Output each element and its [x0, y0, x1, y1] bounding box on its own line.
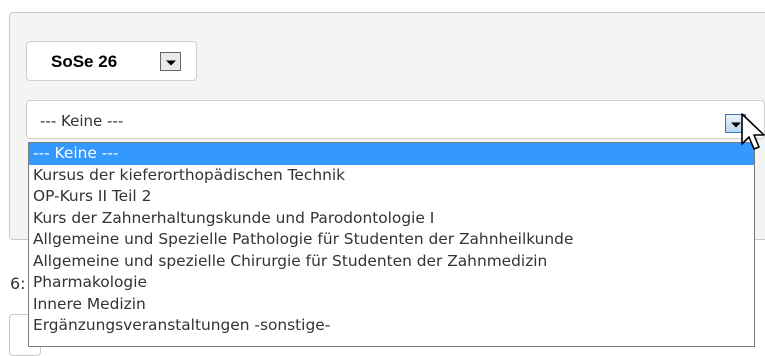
dropdown-option[interactable]: --- Keine ---	[29, 143, 754, 165]
background-row-number: 6:	[10, 274, 26, 293]
dropdown-option[interactable]: Pharmakologie	[29, 272, 754, 294]
semester-select[interactable]: SoSe 26	[26, 41, 197, 81]
course-dropdown-list[interactable]: --- Keine --- Kursus der kieferorthopädis…	[28, 142, 755, 347]
dropdown-option[interactable]: Allgemeine und Spezielle Pathologie für …	[29, 229, 754, 251]
chevron-down-icon	[165, 60, 176, 65]
dropdown-option[interactable]: Kurs der Zahnerhaltungskunde und Parodon…	[29, 208, 754, 230]
dropdown-option[interactable]: Allgemeine und spezielle Chirurgie für S…	[29, 251, 754, 273]
dropdown-option[interactable]: Innere Medizin	[29, 294, 754, 316]
dropdown-option[interactable]: Ergänzungsveranstaltungen -sonstige-	[29, 315, 754, 337]
course-select[interactable]: --- Keine ---	[26, 100, 765, 139]
course-select-value: --- Keine ---	[40, 112, 124, 130]
semester-dropdown-button[interactable]	[160, 52, 181, 71]
mouse-cursor-icon	[741, 113, 765, 150]
dropdown-option[interactable]: Kursus der kieferorthopädischen Technik	[29, 165, 754, 187]
dropdown-option[interactable]: OP-Kurs II Teil 2	[29, 186, 754, 208]
semester-value: SoSe 26	[51, 52, 118, 71]
